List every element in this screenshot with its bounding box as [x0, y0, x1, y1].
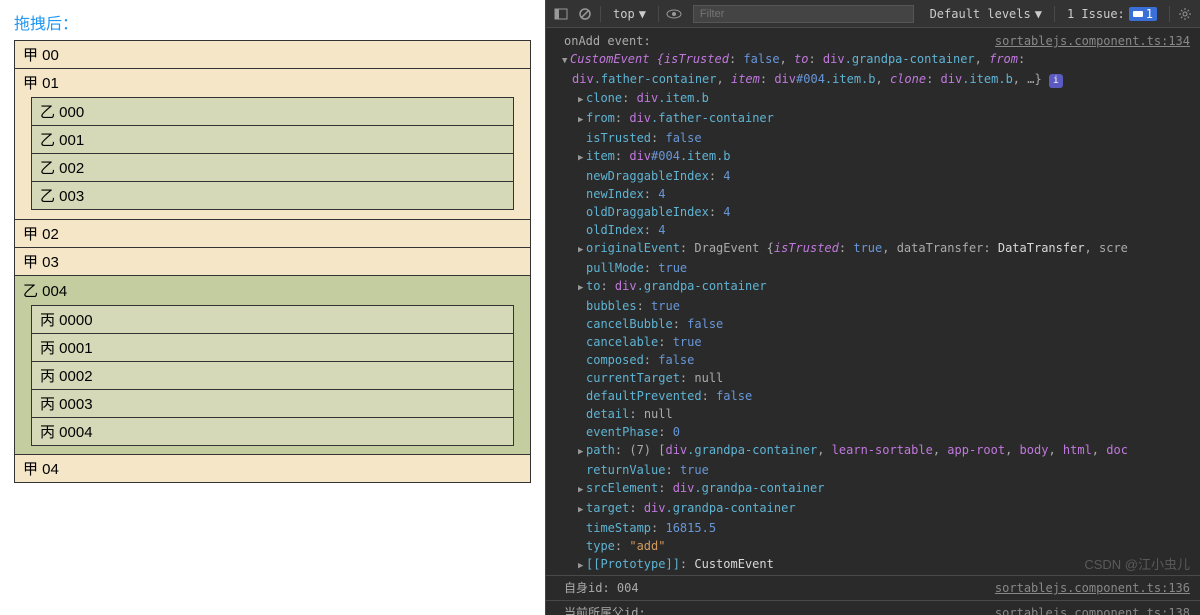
- console-toolbar: top ▼ Default levels ▼ 1 Issue: 1: [546, 0, 1200, 28]
- log-line: isTrusted: false: [546, 129, 1200, 147]
- clear-console-icon[interactable]: [576, 5, 594, 23]
- panel-title: 拖拽后：: [14, 10, 531, 34]
- list-item[interactable]: 乙 000: [32, 98, 513, 125]
- log-line: newDraggableIndex: 4: [546, 167, 1200, 185]
- log-line: cancelBubble: false: [546, 315, 1200, 333]
- list-item[interactable]: 乙 004丙 0000丙 0001丙 0002丙 0003丙 0004: [15, 275, 530, 454]
- log-line: onAdd event:sortablejs.component.ts:134: [546, 32, 1200, 50]
- log-line: oldDraggableIndex: 4: [546, 203, 1200, 221]
- log-line: div.father-container, item: div#004.item…: [546, 70, 1200, 89]
- execution-context-selector[interactable]: top ▼: [607, 5, 652, 23]
- log-line: 当前所属父id:sortablejs.component.ts:138: [546, 600, 1200, 615]
- expand-icon[interactable]: [578, 480, 586, 498]
- nested-container[interactable]: 丙 0000丙 0001丙 0002丙 0003丙 0004: [31, 305, 514, 446]
- log-line: composed: false: [546, 351, 1200, 369]
- list-item[interactable]: 乙 001: [32, 125, 513, 153]
- expand-icon[interactable]: [578, 90, 586, 108]
- list-item[interactable]: 丙 0003: [32, 389, 513, 417]
- log-line: 自身id: 004sortablejs.component.ts:136: [546, 575, 1200, 600]
- grandpa-container[interactable]: 甲 00甲 01乙 000乙 001乙 002乙 003甲 02甲 03乙 00…: [14, 40, 531, 483]
- expand-icon[interactable]: [578, 110, 586, 128]
- list-item[interactable]: 甲 01乙 000乙 001乙 002乙 003: [15, 68, 530, 219]
- list-item[interactable]: 乙 003: [32, 181, 513, 209]
- log-line: pullMode: true: [546, 259, 1200, 277]
- source-link[interactable]: sortablejs.component.ts:134: [995, 33, 1190, 49]
- log-line: srcElement: div.grandpa-container: [546, 479, 1200, 499]
- log-line: oldIndex: 4: [546, 221, 1200, 239]
- console-output[interactable]: onAdd event:sortablejs.component.ts:134C…: [546, 28, 1200, 615]
- filter-input[interactable]: [693, 5, 914, 23]
- expand-icon[interactable]: [578, 556, 586, 574]
- devtools-console: top ▼ Default levels ▼ 1 Issue: 1 onAdd …: [545, 0, 1200, 615]
- log-line: returnValue: true: [546, 461, 1200, 479]
- issues-button[interactable]: 1 Issue: 1: [1061, 5, 1163, 23]
- list-item[interactable]: 甲 00: [15, 41, 530, 68]
- watermark: CSDN @江小虫儿: [1084, 554, 1190, 573]
- log-line: eventPhase: 0: [546, 423, 1200, 441]
- toggle-sidebar-icon[interactable]: [552, 5, 570, 23]
- info-icon[interactable]: i: [1049, 74, 1063, 88]
- log-line: currentTarget: null: [546, 369, 1200, 387]
- log-line: CustomEvent {isTrusted: false, to: div.g…: [546, 50, 1200, 70]
- gear-icon[interactable]: [1176, 5, 1194, 23]
- list-item[interactable]: 甲 02: [15, 219, 530, 247]
- expand-icon[interactable]: [562, 51, 570, 69]
- log-line: path: (7) [div.grandpa-container, learn-…: [546, 441, 1200, 461]
- issue-count-badge: 1: [1129, 7, 1157, 21]
- expand-icon[interactable]: [578, 240, 586, 258]
- log-line: detail: null: [546, 405, 1200, 423]
- log-line: timeStamp: 16815.5: [546, 519, 1200, 537]
- source-link[interactable]: sortablejs.component.ts:138: [995, 605, 1190, 615]
- expand-icon[interactable]: [578, 442, 586, 460]
- list-item[interactable]: 丙 0001: [32, 333, 513, 361]
- log-line: newIndex: 4: [546, 185, 1200, 203]
- log-line: clone: div.item.b: [546, 89, 1200, 109]
- log-line: originalEvent: DragEvent {isTrusted: tru…: [546, 239, 1200, 259]
- eye-icon[interactable]: [665, 5, 683, 23]
- expand-icon[interactable]: [578, 148, 586, 166]
- log-line: cancelable: true: [546, 333, 1200, 351]
- list-item[interactable]: 丙 0000: [32, 306, 513, 333]
- log-levels-selector[interactable]: Default levels ▼: [924, 5, 1048, 23]
- expand-icon[interactable]: [578, 500, 586, 518]
- log-line: to: div.grandpa-container: [546, 277, 1200, 297]
- source-link[interactable]: sortablejs.component.ts:136: [995, 580, 1190, 596]
- sortable-demo-panel: 拖拽后： 甲 00甲 01乙 000乙 001乙 002乙 003甲 02甲 0…: [0, 0, 545, 615]
- list-item[interactable]: 甲 04: [15, 454, 530, 482]
- nested-container[interactable]: 乙 000乙 001乙 002乙 003: [31, 97, 514, 210]
- log-line: from: div.father-container: [546, 109, 1200, 129]
- log-line: target: div.grandpa-container: [546, 499, 1200, 519]
- list-item[interactable]: 丙 0004: [32, 417, 513, 445]
- log-line: bubbles: true: [546, 297, 1200, 315]
- log-line: type: "add": [546, 537, 1200, 555]
- chevron-down-icon: ▼: [1035, 7, 1042, 21]
- expand-icon[interactable]: [578, 278, 586, 296]
- list-item[interactable]: 乙 002: [32, 153, 513, 181]
- log-line: defaultPrevented: false: [546, 387, 1200, 405]
- log-line: item: div#004.item.b: [546, 147, 1200, 167]
- list-item[interactable]: 甲 03: [15, 247, 530, 275]
- chevron-down-icon: ▼: [639, 7, 646, 21]
- list-item[interactable]: 丙 0002: [32, 361, 513, 389]
